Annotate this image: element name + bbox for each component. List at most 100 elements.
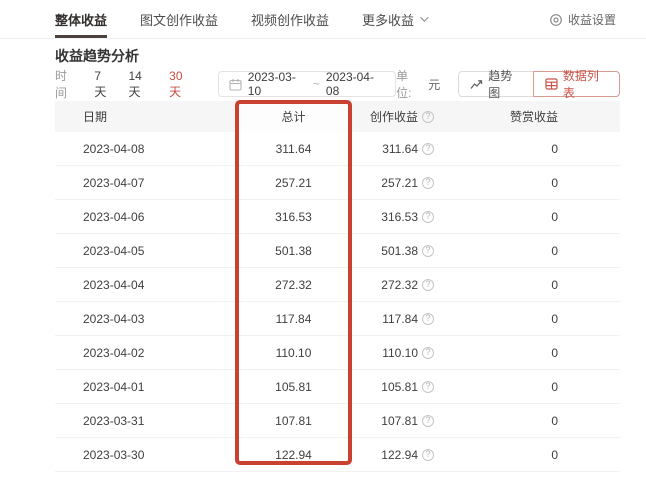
calendar-icon [229,78,242,91]
help-icon[interactable]: ? [422,111,434,123]
cell-creation: 107.81 ? [350,404,470,437]
table-row: 2023-04-02 110.10 110.10 ? 0 [55,336,620,370]
cell-reward: 0 [470,438,620,471]
date-range-end: 2023-04-08 [326,70,385,98]
cell-total: 117.84 [237,302,350,335]
table-row: 2023-04-01 105.81 105.81 ? 0 [55,370,620,404]
info-icon[interactable]: ? [422,381,434,393]
trend-chart-icon [470,79,483,90]
table-row: 2023-03-30 122.94 122.94 ? 0 [55,438,620,472]
table-row: 2023-04-07 257.21 257.21 ? 0 [55,166,620,200]
chevron-down-icon [420,13,428,21]
cell-reward: 0 [470,166,620,199]
cell-date: 2023-04-05 [55,234,237,267]
cell-date: 2023-03-30 [55,438,237,471]
info-icon[interactable]: ? [422,143,434,155]
cell-reward: 0 [470,302,620,335]
filter-right-group: 单位: 元 趋势图 [396,67,620,101]
table-row: 2023-04-04 272.32 272.32 ? 0 [55,268,620,302]
settings-label: 收益设置 [568,11,616,28]
cell-date: 2023-04-02 [55,336,237,369]
cell-creation-value: 105.81 [381,380,418,394]
time-filter-label: 时间 [55,67,78,101]
cell-creation: 257.21 ? [350,166,470,199]
earnings-table: 日期 总计 创作收益 ? 赞赏收益 2023-04-08 311.64 311.… [55,101,620,472]
col-header-creation-label: 创作收益 [370,108,418,125]
tab-more-earnings-label: 更多收益 [362,10,414,29]
cell-creation: 316.53 ? [350,200,470,233]
cell-total: 105.81 [237,370,350,403]
info-icon[interactable]: ? [422,347,434,359]
info-icon[interactable]: ? [422,449,434,461]
cell-date: 2023-04-03 [55,302,237,335]
data-list-button-label: 数据列表 [563,67,608,101]
filter-bar: 时间 7天 14天 30天 2023-03-10 ~ 2023-04-08 单位… [55,71,620,97]
cell-creation: 110.10 ? [350,336,470,369]
info-icon[interactable]: ? [422,415,434,427]
cell-date: 2023-04-01 [55,370,237,403]
trend-chart-button[interactable]: 趋势图 [458,71,534,97]
cell-reward: 0 [470,234,620,267]
cell-creation-value: 272.32 [381,278,418,292]
cell-total: 501.38 [237,234,350,267]
cell-total: 110.10 [237,336,350,369]
range-30-days[interactable]: 30天 [169,69,194,100]
cell-creation-value: 110.10 [382,346,418,360]
table-row: 2023-04-05 501.38 501.38 ? 0 [55,234,620,268]
info-icon[interactable]: ? [422,279,434,291]
cell-creation: 105.81 ? [350,370,470,403]
data-list-button[interactable]: 数据列表 [533,71,620,97]
col-header-reward: 赞赏收益 [470,101,620,132]
table-row: 2023-04-03 117.84 117.84 ? 0 [55,302,620,336]
cell-total: 272.32 [237,268,350,301]
cell-creation-value: 257.21 [381,176,418,190]
date-range-separator: ~ [313,77,320,91]
cell-reward: 0 [470,200,620,233]
cell-reward: 0 [470,370,620,403]
range-7-days[interactable]: 7天 [94,69,112,100]
col-header-date: 日期 [55,101,237,132]
info-icon[interactable]: ? [422,245,434,257]
settings-gear-icon [549,13,563,27]
cell-creation-value: 122.94 [381,448,418,462]
cell-date: 2023-03-31 [55,404,237,437]
cell-reward: 0 [470,132,620,165]
data-list-icon [545,78,558,90]
tab-video-earnings[interactable]: 视频创作收益 [251,0,329,38]
cell-date: 2023-04-08 [55,132,237,165]
cell-creation: 117.84 ? [350,302,470,335]
top-nav: 整体收益 图文创作收益 视频创作收益 更多收益 收益设置 [0,0,646,39]
earnings-settings-button[interactable]: 收益设置 [549,0,616,39]
cell-total: 122.94 [237,438,350,471]
unit-value: 元 [428,76,440,93]
range-14-days[interactable]: 14天 [129,69,154,100]
tab-more-earnings[interactable]: 更多收益 [362,0,426,38]
cell-creation: 311.64 ? [350,132,470,165]
cell-total: 107.81 [237,404,350,437]
cell-total: 257.21 [237,166,350,199]
info-icon[interactable]: ? [422,177,434,189]
info-icon[interactable]: ? [422,313,434,325]
tab-overall-earnings[interactable]: 整体收益 [55,0,107,38]
cell-creation-value: 501.38 [381,244,418,258]
cell-creation-value: 107.81 [381,414,418,428]
date-range-picker[interactable]: 2023-03-10 ~ 2023-04-08 [218,71,396,97]
cell-creation: 122.94 ? [350,438,470,471]
cell-date: 2023-04-04 [55,268,237,301]
cell-creation-value: 311.64 [382,142,418,156]
date-range-start: 2023-03-10 [248,70,307,98]
col-header-total: 总计 [237,101,350,132]
tab-article-earnings[interactable]: 图文创作收益 [140,0,218,38]
cell-creation-value: 117.84 [382,312,418,326]
cell-creation: 272.32 ? [350,268,470,301]
info-icon[interactable]: ? [422,211,434,223]
table-header-row: 日期 总计 创作收益 ? 赞赏收益 [55,101,620,132]
table-row: 2023-04-08 311.64 311.64 ? 0 [55,132,620,166]
main-content: 收益趋势分析 时间 7天 14天 30天 2023-03-10 ~ 2023-0… [0,48,646,472]
cell-reward: 0 [470,404,620,437]
cell-total: 311.64 [237,132,350,165]
cell-reward: 0 [470,268,620,301]
cell-date: 2023-04-06 [55,200,237,233]
trend-chart-button-label: 趋势图 [488,67,522,101]
table-row: 2023-04-06 316.53 316.53 ? 0 [55,200,620,234]
